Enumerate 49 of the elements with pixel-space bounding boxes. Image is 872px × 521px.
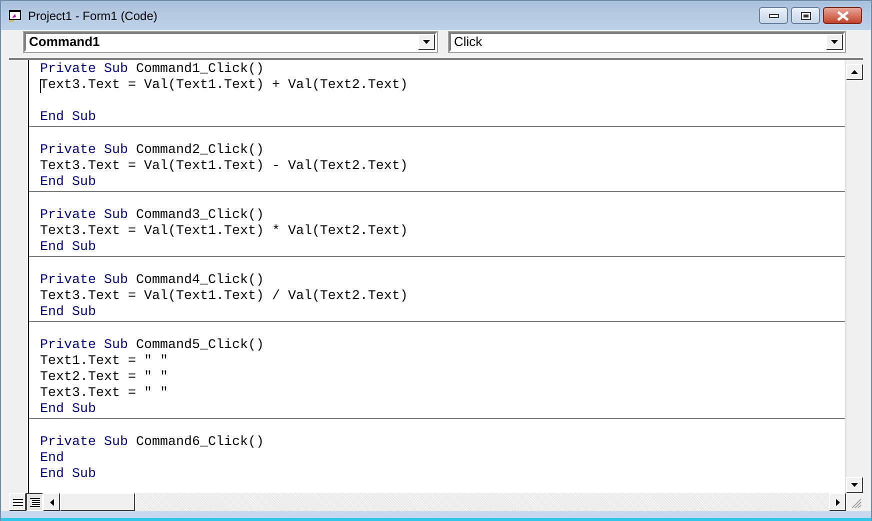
code-line: End xyxy=(39,451,65,467)
code-line: End Sub xyxy=(39,175,97,191)
vertical-scrollbar[interactable] xyxy=(845,60,863,493)
code-line: End Sub xyxy=(39,467,97,483)
code-line: Text3.Text = Val(Text1.Text) - Val(Text2.Text) xyxy=(39,159,409,175)
right-arrow-icon xyxy=(836,498,840,506)
object-dropdown[interactable]: Command1 xyxy=(24,32,437,52)
code-line: Private Sub Command4_Click() xyxy=(39,273,265,289)
code-line: Text3.Text = Val(Text1.Text) * Val(Text2.Text) xyxy=(39,224,409,240)
scroll-down-button[interactable] xyxy=(846,477,863,493)
left-arrow-icon xyxy=(50,498,54,506)
code-line: Text2.Text = " " xyxy=(39,370,169,386)
maximize-button[interactable] xyxy=(791,7,820,24)
procedure-dropdown[interactable]: Click xyxy=(449,32,845,52)
dropdown-button[interactable] xyxy=(826,34,843,50)
full-module-view-button[interactable] xyxy=(26,493,43,511)
code-line: Private Sub Command6_Click() xyxy=(39,435,265,451)
close-button[interactable] xyxy=(823,7,862,24)
procedure-view-button[interactable] xyxy=(9,493,26,511)
scroll-up-button[interactable] xyxy=(846,64,863,80)
caret-icon xyxy=(831,40,838,44)
code-line: Private Sub Command3_Click() xyxy=(39,208,265,224)
down-arrow-icon xyxy=(851,483,858,487)
scroll-thumb[interactable] xyxy=(60,493,135,511)
code-window-icon xyxy=(8,9,22,22)
window-title: Project1 - Form1 (Code) xyxy=(28,8,158,22)
close-icon xyxy=(836,10,848,20)
resize-grip-icon[interactable] xyxy=(850,497,862,509)
code-line: End Sub xyxy=(39,240,97,256)
code-line: Text3.Text = Val(Text1.Text) + Val(Text2.Text) xyxy=(39,78,409,94)
code-line: Text3.Text = " " xyxy=(39,386,169,402)
code-line: End Sub xyxy=(39,110,97,126)
code-line: Text3.Text = Val(Text1.Text) / Val(Text2.Text) xyxy=(39,289,409,305)
minimize-button[interactable] xyxy=(759,7,788,24)
code-line: Private Sub Command5_Click() xyxy=(39,338,265,354)
scroll-right-button[interactable] xyxy=(829,493,846,511)
minimize-icon xyxy=(768,14,778,18)
code-line: Private Sub Command1_Click() xyxy=(39,62,265,78)
lines-icon xyxy=(12,498,22,506)
code-line: End Sub xyxy=(39,402,97,418)
caret-icon xyxy=(423,40,430,44)
code-line: Private Sub Command2_Click() xyxy=(39,143,265,159)
code-line: End Sub xyxy=(39,305,97,321)
lines-icon xyxy=(30,498,40,506)
maximize-icon xyxy=(800,12,810,20)
up-arrow-icon xyxy=(851,70,858,74)
code-line: Text1.Text = " " xyxy=(39,354,169,370)
dropdown-button[interactable] xyxy=(418,34,435,50)
scroll-left-button[interactable] xyxy=(43,493,60,511)
